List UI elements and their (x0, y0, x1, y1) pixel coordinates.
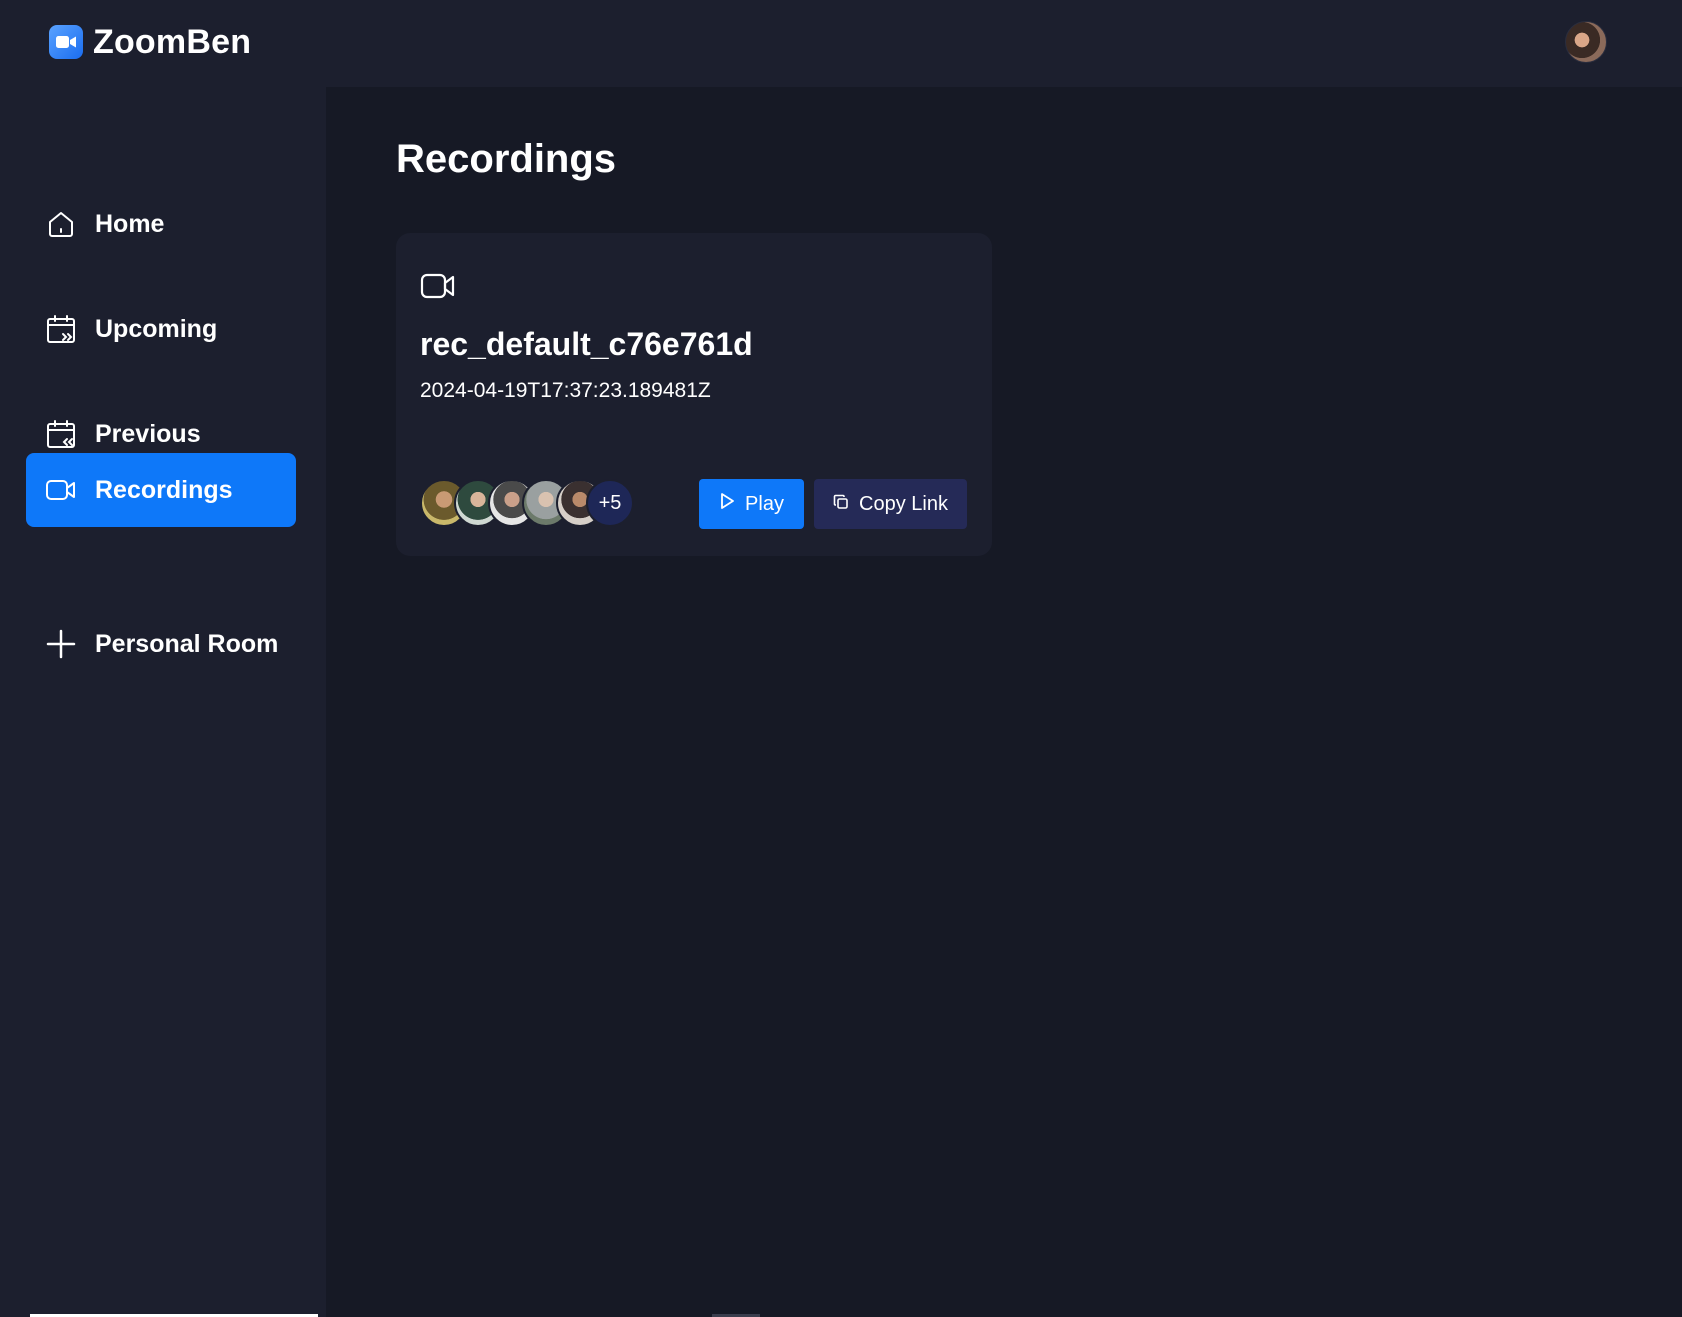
video-icon (45, 474, 77, 506)
sidebar-item-upcoming[interactable]: Upcoming (26, 292, 296, 366)
brand-name: ZoomBen (93, 22, 252, 61)
user-avatar[interactable] (1565, 21, 1607, 63)
top-navbar: ZoomBen (0, 0, 1682, 87)
attendee-avatars: +5 (420, 479, 650, 529)
copy-icon (833, 493, 849, 516)
page-title: Recordings (396, 137, 617, 181)
brand-link[interactable]: ZoomBen (49, 22, 251, 62)
sidebar-item-label: Home (95, 209, 165, 238)
play-button[interactable]: Play (699, 479, 804, 529)
sidebar-item-home[interactable]: Home (26, 187, 296, 261)
sidebar-item-label: Recordings (95, 475, 233, 504)
sidebar-item-recordings[interactable]: Recordings (26, 453, 296, 527)
logo-icon (49, 25, 83, 59)
copy-link-button[interactable]: Copy Link (814, 479, 967, 529)
recording-title: rec_default_c76e761d (420, 326, 753, 362)
sidebar-item-label: Personal Room (95, 629, 279, 658)
sidebar-item-personal-room[interactable]: Personal Room (26, 607, 296, 681)
play-button-label: Play (745, 492, 784, 515)
sidebar-item-label: Upcoming (95, 314, 218, 343)
video-icon (420, 271, 456, 303)
recording-card: rec_default_c76e761d 2024-04-19T17:37:23… (396, 233, 992, 556)
calendar-forward-icon (45, 313, 77, 345)
home-icon (45, 208, 77, 240)
main-content: Recordings rec_default_c76e761d 2024-04-… (326, 87, 1682, 1317)
more-attendees-badge: +5 (586, 479, 634, 527)
recording-date: 2024-04-19T17:37:23.189481Z (420, 379, 711, 402)
sidebar: Home Upcoming Previous Recordings Person… (0, 87, 326, 1317)
plus-icon (45, 628, 77, 660)
play-icon (719, 492, 735, 516)
copy-link-label: Copy Link (859, 492, 948, 515)
calendar-back-icon (45, 418, 77, 450)
sidebar-item-label: Previous (95, 419, 201, 448)
